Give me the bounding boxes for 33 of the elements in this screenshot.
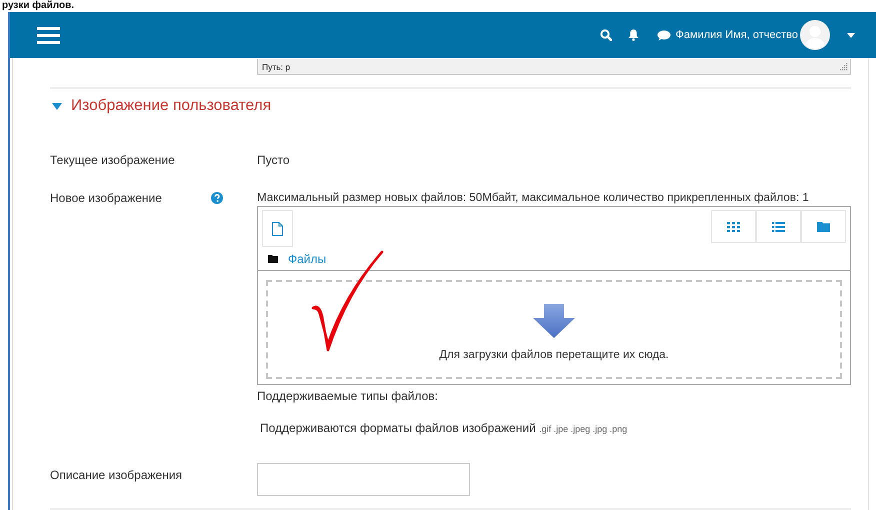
supported-formats: Поддерживаются форматы файлов изображений .gif .jpe .jpeg .jpg .png <box>260 421 628 436</box>
down-arrow-icon <box>533 304 575 338</box>
field-label: Новое изображение <box>50 191 162 205</box>
breadcrumb-link[interactable]: Файлы <box>288 252 326 266</box>
upload-limits: Максимальный размер новых файлов: 50Мбайт, максимальное количество прикрепленных файлов: 1 <box>257 191 810 205</box>
avatar-icon[interactable] <box>800 20 830 50</box>
add-file-button[interactable] <box>262 210 293 247</box>
resize-grip-icon <box>840 62 848 70</box>
expanded-caret-icon[interactable] <box>52 102 62 110</box>
help-icon[interactable] <box>211 192 223 204</box>
input-field[interactable] <box>257 463 470 496</box>
chat-icon[interactable] <box>656 30 671 40</box>
grid-view-button[interactable] <box>711 210 756 243</box>
field-value: Пусто <box>257 153 291 167</box>
drop-hint: Для загрузки файлов перетащите их сюда. <box>439 349 669 361</box>
field-label: Описание изображения <box>50 468 182 482</box>
list-view-button[interactable] <box>756 210 801 243</box>
bell-icon[interactable] <box>628 29 639 41</box>
search-icon[interactable] <box>600 29 612 41</box>
tree-view-button[interactable] <box>801 210 846 243</box>
user-name[interactable]: Фамилия Имя, отчество <box>676 29 798 41</box>
section-title[interactable]: Изображение пользователя <box>71 97 272 115</box>
editor-path: Путь: p <box>262 62 290 72</box>
document-heading: рузки файлов. <box>2 0 76 12</box>
folder-icon <box>817 222 830 232</box>
supported-types-label: Поддерживаемые типы файлов: <box>257 389 440 403</box>
menu-icon[interactable] <box>37 26 60 44</box>
folder-icon <box>268 254 278 262</box>
field-label: Текущее изображение <box>50 153 175 167</box>
grid-icon <box>727 222 740 232</box>
file-icon <box>272 222 283 236</box>
list-icon <box>772 222 785 232</box>
caret-icon[interactable] <box>847 32 855 38</box>
